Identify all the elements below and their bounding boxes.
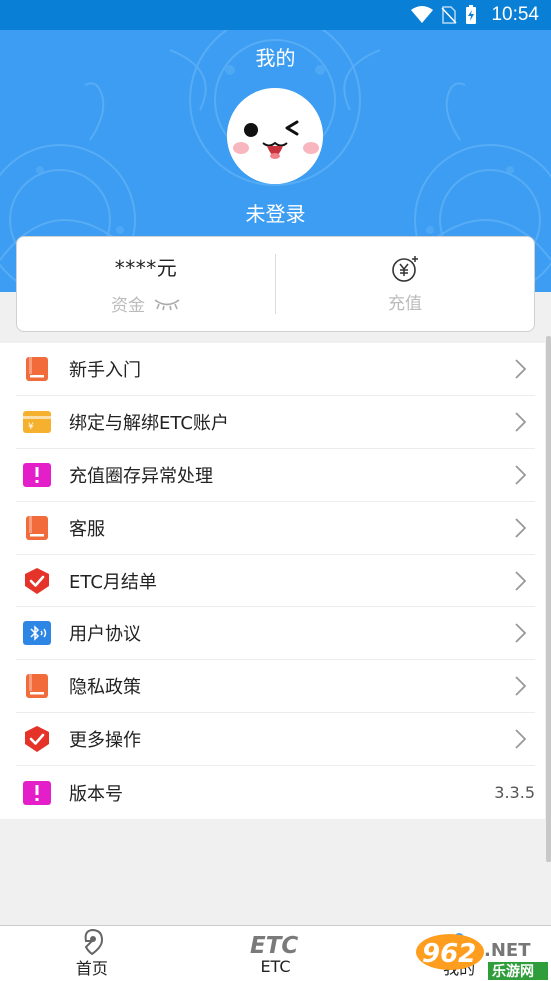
svg-text:¥: ¥: [28, 422, 34, 432]
balance-label-row: 资金: [111, 291, 181, 316]
menu-item-privacy-policy[interactable]: 隐私政策: [16, 660, 535, 714]
version-number: 3.3.5: [494, 783, 535, 803]
svg-text:962: 962: [422, 939, 476, 969]
menu-item-label: 绑定与解绑ETC账户: [69, 412, 229, 434]
avatar[interactable]: [227, 88, 323, 184]
avatar-face-icon: [227, 88, 323, 184]
menu-item-more-actions[interactable]: 更多操作: [16, 713, 535, 767]
chevron-right-icon: [515, 412, 527, 432]
status-bar: 10:54: [0, 0, 551, 30]
watermark-text: 乐游网: [492, 963, 534, 980]
menu-item-label: ETC月结单: [69, 571, 157, 593]
menu-item-label: 客服: [69, 518, 105, 540]
menu-item-label: 更多操作: [69, 730, 141, 752]
shield-check-icon: [23, 725, 51, 753]
battery-charging-icon: [466, 5, 477, 24]
recharge-label: 充值: [388, 293, 422, 314]
wifi-icon: [411, 6, 434, 23]
location-icon: [81, 928, 103, 955]
menu-item-version: 版本号 3.3.5: [16, 766, 535, 819]
recharge-button[interactable]: 充值: [276, 237, 534, 331]
balance-label: 资金: [111, 296, 145, 316]
menu-item-beginner-guide[interactable]: 新手入门: [16, 343, 535, 396]
no-sim-icon: [441, 6, 458, 24]
chevron-right-icon: [515, 359, 527, 379]
menu-item-user-agreement[interactable]: 用户协议: [16, 607, 535, 661]
menu-item-label: 新手入门: [69, 359, 141, 381]
scrollbar[interactable]: [546, 336, 551, 862]
chevron-right-icon: [515, 729, 527, 749]
yuan-coin-plus-icon: [392, 255, 418, 282]
menu-item-label: 用户协议: [69, 624, 141, 646]
menu-item-label: 隐私政策: [69, 677, 141, 699]
card-icon: ¥: [23, 408, 51, 436]
nav-tab-label: 首页: [75, 958, 108, 978]
menu-item-label: 充值圈存异常处理: [69, 465, 213, 487]
chevron-right-icon: [515, 623, 527, 644]
chevron-right-icon: [515, 676, 527, 696]
chevron-right-icon: [515, 465, 527, 485]
svg-text:.NET: .NET: [484, 940, 531, 961]
page-title: 我的: [255, 46, 296, 70]
book-icon: [23, 355, 51, 383]
svg-text:ETC: ETC: [250, 933, 298, 957]
etc-logo-icon: ETC: [248, 931, 304, 957]
bluetooth-icon: [23, 619, 51, 647]
balance-value: ****元: [114, 256, 178, 280]
menu-item-recharge-exception[interactable]: 充值圈存异常处理: [16, 449, 535, 502]
shield-check-icon: [23, 567, 51, 595]
menu-item-bind-etc-account[interactable]: ¥ 绑定与解绑ETC账户: [16, 396, 535, 449]
book-icon: [23, 672, 51, 700]
nav-tab-etc[interactable]: ETC ETC: [184, 926, 368, 981]
nav-tab-home[interactable]: 首页: [0, 926, 184, 981]
nav-tab-label: ETC: [260, 957, 291, 976]
book-icon: [23, 514, 51, 542]
menu-item-etc-monthly-statement[interactable]: ETC月结单: [16, 555, 535, 608]
menu-list: 新手入门 ¥ 绑定与解绑ETC账户 充值圈存异常处理 客服 ETC月结单 用户协…: [0, 343, 545, 819]
status-time: 10:54: [491, 4, 539, 25]
chevron-right-icon: [515, 517, 527, 538]
alert-icon: [23, 461, 51, 489]
menu-item-customer-service[interactable]: 客服: [16, 502, 535, 555]
balance-section: ****元 资金: [17, 237, 275, 331]
watermark-logo: 962 .NET 乐游网: [412, 930, 551, 981]
login-link[interactable]: 未登录: [0, 198, 551, 227]
account-card: ****元 资金 充值: [16, 236, 535, 332]
menu-item-label: 版本号: [69, 783, 123, 805]
eye-closed-icon[interactable]: [153, 297, 181, 311]
alert-icon: [23, 779, 51, 807]
chevron-right-icon: [515, 570, 527, 591]
